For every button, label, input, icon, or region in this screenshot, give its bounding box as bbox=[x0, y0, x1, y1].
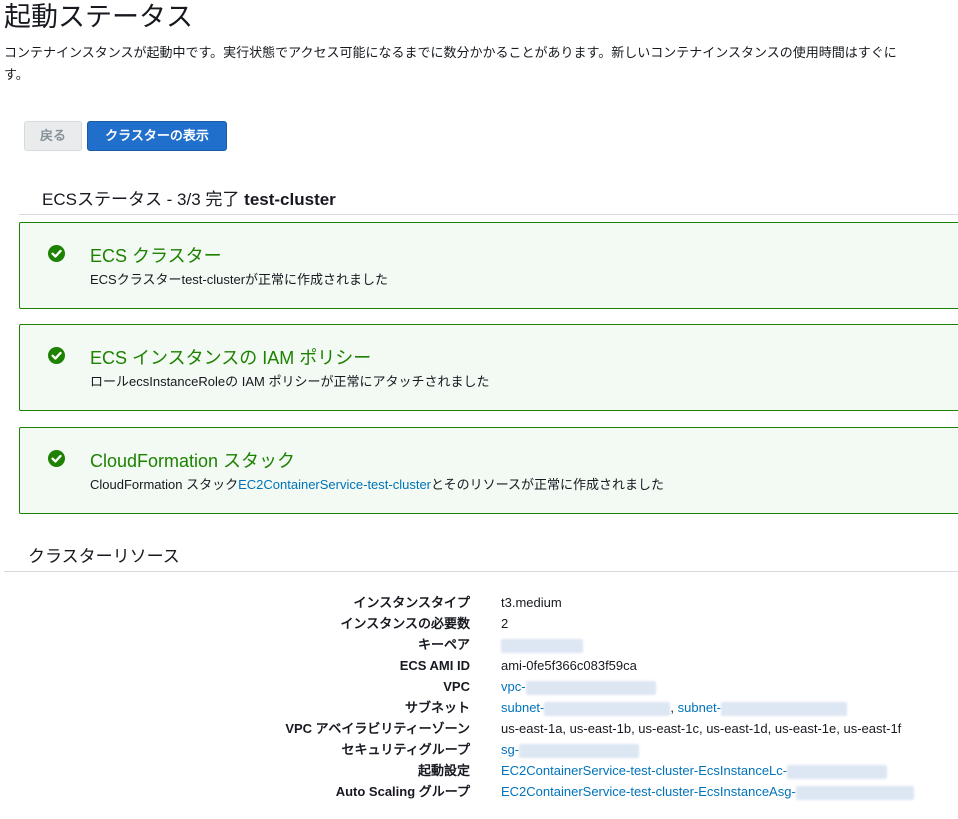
status-card-ecs-cluster: ECS クラスター ECSクラスターtest-clusterが正常に作成されまし… bbox=[19, 222, 958, 309]
resource-label: ECS AMI ID bbox=[399, 658, 470, 673]
status-card-title: ECS インスタンスの IAM ポリシー bbox=[90, 348, 372, 368]
cloudformation-stack-link[interactable]: EC2ContainerService-test-cluster bbox=[238, 477, 431, 492]
resource-row-security-group: セキュリティグループ sg- bbox=[0, 739, 958, 760]
redacted-value bbox=[795, 785, 914, 800]
status-card-title: CloudFormation スタック bbox=[90, 451, 296, 471]
resource-value: t3.medium bbox=[501, 595, 562, 610]
resource-row-ami-id: ECS AMI ID ami-0fe5f366c083f59ca bbox=[0, 655, 958, 676]
auto-scaling-group-link[interactable]: EC2ContainerService-test-cluster-EcsInst… bbox=[501, 784, 796, 799]
resource-label: インスタンスタイプ bbox=[353, 595, 470, 610]
status-card-cloudformation: CloudFormation スタック CloudFormation スタックE… bbox=[19, 427, 958, 514]
check-circle-icon bbox=[48, 450, 65, 467]
redacted-value bbox=[787, 764, 888, 779]
security-group-link[interactable]: sg- bbox=[501, 742, 519, 757]
resource-label: サブネット bbox=[404, 700, 470, 715]
ecs-status-prefix: ECSステータス - 3/3 完了 bbox=[42, 190, 240, 209]
intro-text: コンテナインスタンスが起動中です。実行状態でアクセス可能になるまでに数分かかるこ… bbox=[4, 42, 958, 86]
resource-row-subnets: サブネット subnet-, subnet- bbox=[0, 697, 958, 718]
page-title: 起動ステータス bbox=[4, 2, 193, 32]
intro-line-2: す。 bbox=[4, 67, 29, 82]
status-card-title: ECS クラスター bbox=[90, 246, 222, 266]
resource-row-auto-scaling-group: Auto Scaling グループ EC2ContainerService-te… bbox=[0, 781, 958, 802]
resource-label: セキュリティグループ bbox=[341, 742, 470, 757]
status-card-desc: CloudFormation スタックEC2ContainerService-t… bbox=[90, 477, 664, 492]
resource-row-key-pair: キーペア bbox=[0, 634, 958, 655]
vpc-link[interactable]: vpc- bbox=[501, 679, 526, 694]
resource-value: us-east-1a, us-east-1b, us-east-1c, us-e… bbox=[501, 721, 902, 736]
resource-label: VPC bbox=[443, 679, 470, 694]
resource-label: Auto Scaling グループ bbox=[335, 784, 470, 799]
cluster-resources-title: クラスターリソース bbox=[28, 547, 180, 566]
check-circle-icon bbox=[48, 245, 65, 262]
divider bbox=[4, 571, 958, 572]
redacted-value bbox=[519, 743, 640, 758]
resource-label: VPC アベイラビリティーゾーン bbox=[285, 721, 470, 736]
resource-label: 起動設定 bbox=[417, 763, 470, 778]
redacted-value bbox=[721, 701, 847, 716]
resource-label: キーペア bbox=[417, 637, 470, 652]
redacted-value bbox=[501, 638, 583, 653]
launch-config-link[interactable]: EC2ContainerService-test-cluster-EcsInst… bbox=[501, 763, 787, 778]
ecs-status-cluster-name: test-cluster bbox=[244, 190, 336, 209]
resource-value: ami-0fe5f366c083f59ca bbox=[501, 658, 637, 673]
resource-label: インスタンスの必要数 bbox=[340, 616, 470, 631]
resource-row-launch-config: 起動設定 EC2ContainerService-test-cluster-Ec… bbox=[0, 760, 958, 781]
redacted-value bbox=[525, 680, 656, 695]
redacted-value bbox=[544, 701, 671, 716]
status-card-iam-policy: ECS インスタンスの IAM ポリシー ロールecsInstanceRoleの… bbox=[19, 324, 958, 411]
resource-value: 2 bbox=[501, 616, 509, 631]
view-cluster-button[interactable]: クラスターの表示 bbox=[87, 121, 227, 151]
status-card-desc: ロールecsInstanceRoleの IAM ポリシーが正常にアタッチされまし… bbox=[90, 374, 490, 389]
subnet-link-1[interactable]: subnet- bbox=[501, 700, 544, 715]
resource-row-instance-count: インスタンスの必要数 2 bbox=[0, 613, 958, 634]
intro-line-1: コンテナインスタンスが起動中です。実行状態でアクセス可能になるまでに数分かかるこ… bbox=[4, 45, 897, 60]
subnet-separator: , bbox=[670, 700, 674, 715]
resource-row-availability-zones: VPC アベイラビリティーゾーン us-east-1a, us-east-1b,… bbox=[0, 718, 958, 739]
status-card-desc: ECSクラスターtest-clusterが正常に作成されました bbox=[90, 272, 389, 287]
back-button[interactable]: 戻る bbox=[24, 121, 82, 151]
resource-row-vpc: VPC vpc- bbox=[0, 676, 958, 697]
subnet-link-2[interactable]: subnet- bbox=[678, 700, 721, 715]
ecs-status-header: ECSステータス - 3/3 完了 test-cluster bbox=[19, 187, 958, 215]
check-circle-icon bbox=[48, 347, 65, 364]
resource-row-instance-type: インスタンスタイプ t3.medium bbox=[0, 592, 958, 613]
